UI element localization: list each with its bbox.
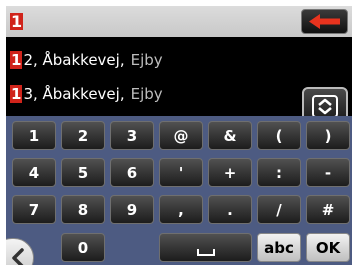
- entry-field[interactable]: 1: [10, 12, 24, 31]
- suggestion-city: Ejby: [130, 51, 163, 69]
- backspace-button[interactable]: [301, 9, 348, 34]
- key-minus[interactable]: -: [306, 158, 350, 187]
- up-down-chevron-icon: [312, 95, 338, 118]
- key-colon[interactable]: :: [257, 158, 301, 187]
- suggestion-typed: 1: [10, 51, 23, 69]
- entry-text: 1: [10, 12, 24, 31]
- suggestion-list: 1 2, Åbakkevej, Ejby 1 3, Åbakkevej, Ejby: [6, 39, 352, 126]
- key-2[interactable]: 2: [61, 121, 105, 150]
- entry-bar: 1: [6, 6, 352, 37]
- chevron-left-icon: [12, 248, 24, 265]
- key-apostrophe[interactable]: ': [159, 158, 203, 187]
- key-4[interactable]: 4: [12, 158, 56, 187]
- key-0[interactable]: 0: [61, 233, 105, 262]
- abc-key[interactable]: abc: [257, 233, 301, 262]
- key-slash[interactable]: /: [257, 195, 301, 224]
- screen: 1 1 2, Åbakkevej, Ejby 1 3, Åbakkevej, Ejby …: [6, 6, 352, 265]
- key-3[interactable]: 3: [110, 121, 154, 150]
- ok-button[interactable]: OK: [306, 233, 350, 262]
- keypad: 1 2 3 @ & ( ) 4 5 6 ' + : - 7 8 9 , . / …: [6, 116, 352, 265]
- key-plus[interactable]: +: [208, 158, 252, 187]
- key-open-paren[interactable]: (: [257, 121, 301, 150]
- key-5[interactable]: 5: [61, 158, 105, 187]
- key-at[interactable]: @: [159, 121, 203, 150]
- arrow-left-icon: [309, 14, 340, 29]
- key-comma[interactable]: ,: [159, 195, 203, 224]
- key-close-paren[interactable]: ): [306, 121, 350, 150]
- space-key[interactable]: [159, 233, 252, 262]
- space-bar-icon: [196, 249, 215, 256]
- key-6[interactable]: 6: [110, 158, 154, 187]
- key-ampersand[interactable]: &: [208, 121, 252, 150]
- suggestion-typed: 1: [10, 85, 23, 103]
- suggestion-item[interactable]: 1 3, Åbakkevej, Ejby: [10, 80, 163, 108]
- key-9[interactable]: 9: [110, 195, 154, 224]
- suggestion-street: 2, Åbakkevej,: [23, 51, 125, 69]
- key-1[interactable]: 1: [12, 121, 56, 150]
- key-8[interactable]: 8: [61, 195, 105, 224]
- suggestion-city: Ejby: [130, 85, 163, 103]
- back-button[interactable]: [6, 238, 34, 265]
- key-hash[interactable]: #: [306, 195, 350, 224]
- key-7[interactable]: 7: [12, 195, 56, 224]
- key-period[interactable]: .: [208, 195, 252, 224]
- suggestion-item[interactable]: 1 2, Åbakkevej, Ejby: [10, 46, 163, 74]
- suggestion-street: 3, Åbakkevej,: [23, 85, 125, 103]
